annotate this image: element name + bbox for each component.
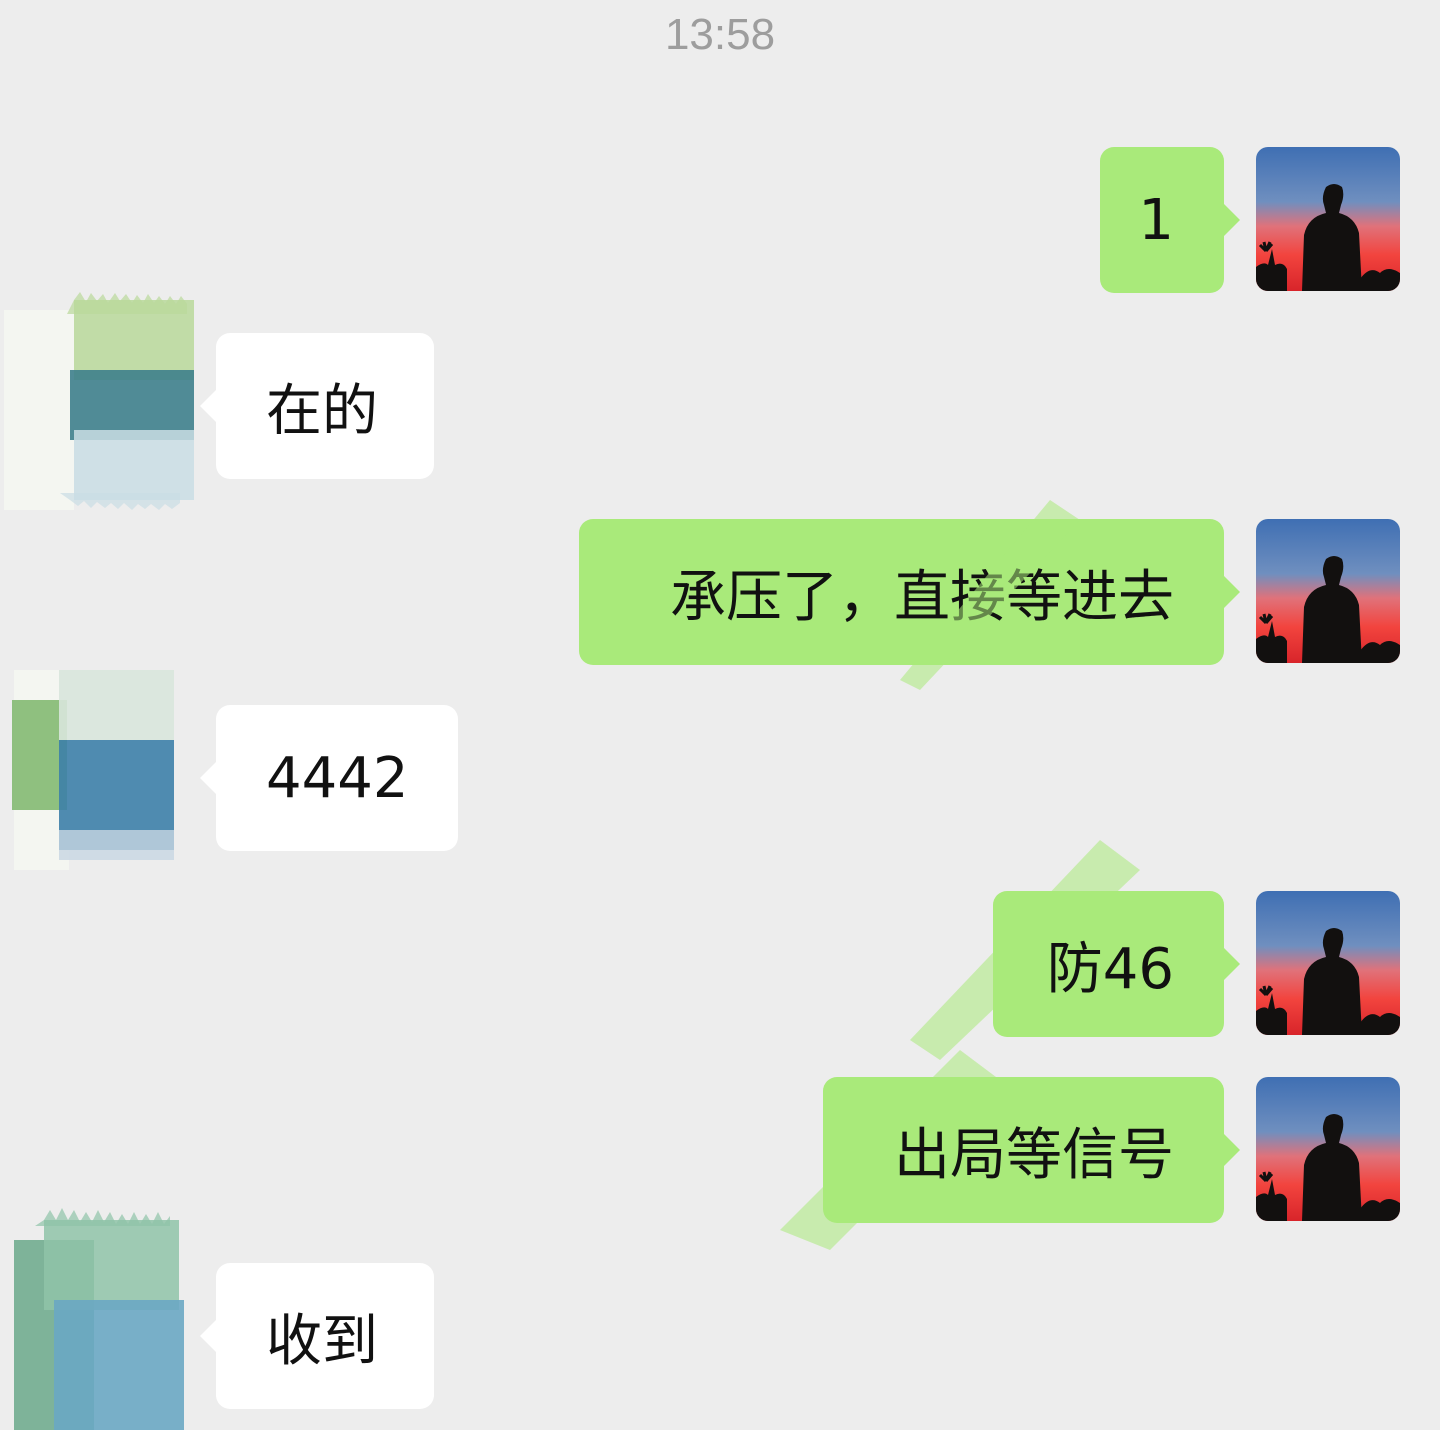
- self-avatar[interactable]: [1256, 891, 1400, 1035]
- self-avatar[interactable]: [1256, 519, 1400, 663]
- contact-avatar[interactable]: [4, 290, 194, 520]
- bubble-tail: [1224, 948, 1240, 980]
- message-bubble-outgoing[interactable]: 承压了，直接等进去: [579, 519, 1224, 665]
- message-text: 在的: [266, 378, 378, 444]
- self-avatar[interactable]: [1256, 147, 1400, 291]
- sunset-silhouette-icon: [1256, 519, 1400, 663]
- bubble-tail: [200, 1320, 216, 1352]
- watercolor-swatch-icon: [4, 290, 194, 520]
- sunset-silhouette-icon: [1256, 891, 1400, 1035]
- bubble-tail: [200, 390, 216, 422]
- sunset-silhouette-icon: [1256, 147, 1400, 291]
- message-text: 4442: [266, 745, 409, 811]
- contact-avatar[interactable]: [4, 660, 194, 890]
- message-bubble-incoming[interactable]: 收到: [216, 1263, 434, 1409]
- bubble-tail: [1224, 576, 1240, 608]
- bubble-tail: [1224, 204, 1240, 236]
- message-text: 出局等信号: [894, 1122, 1174, 1188]
- chat-timestamp: 13:58: [664, 10, 776, 59]
- watercolor-swatch-icon: [4, 660, 194, 890]
- message-bubble-outgoing[interactable]: 防46: [993, 891, 1224, 1037]
- bubble-tail: [200, 762, 216, 794]
- message-text: 防46: [1046, 936, 1174, 1002]
- sunset-silhouette-icon: [1256, 1077, 1400, 1221]
- message-text: 承压了，直接等进去: [670, 564, 1174, 630]
- message-text: 1: [1138, 187, 1174, 253]
- message-bubble-incoming[interactable]: 在的: [216, 333, 434, 479]
- self-avatar[interactable]: [1256, 1077, 1400, 1221]
- message-text: 收到: [266, 1308, 378, 1374]
- contact-avatar[interactable]: [4, 1200, 194, 1430]
- bubble-tail: [1224, 1134, 1240, 1166]
- message-bubble-incoming[interactable]: 4442: [216, 705, 458, 851]
- watercolor-swatch-icon: [4, 1200, 194, 1430]
- message-bubble-outgoing[interactable]: 1: [1100, 147, 1224, 293]
- message-bubble-outgoing[interactable]: 出局等信号: [823, 1077, 1224, 1223]
